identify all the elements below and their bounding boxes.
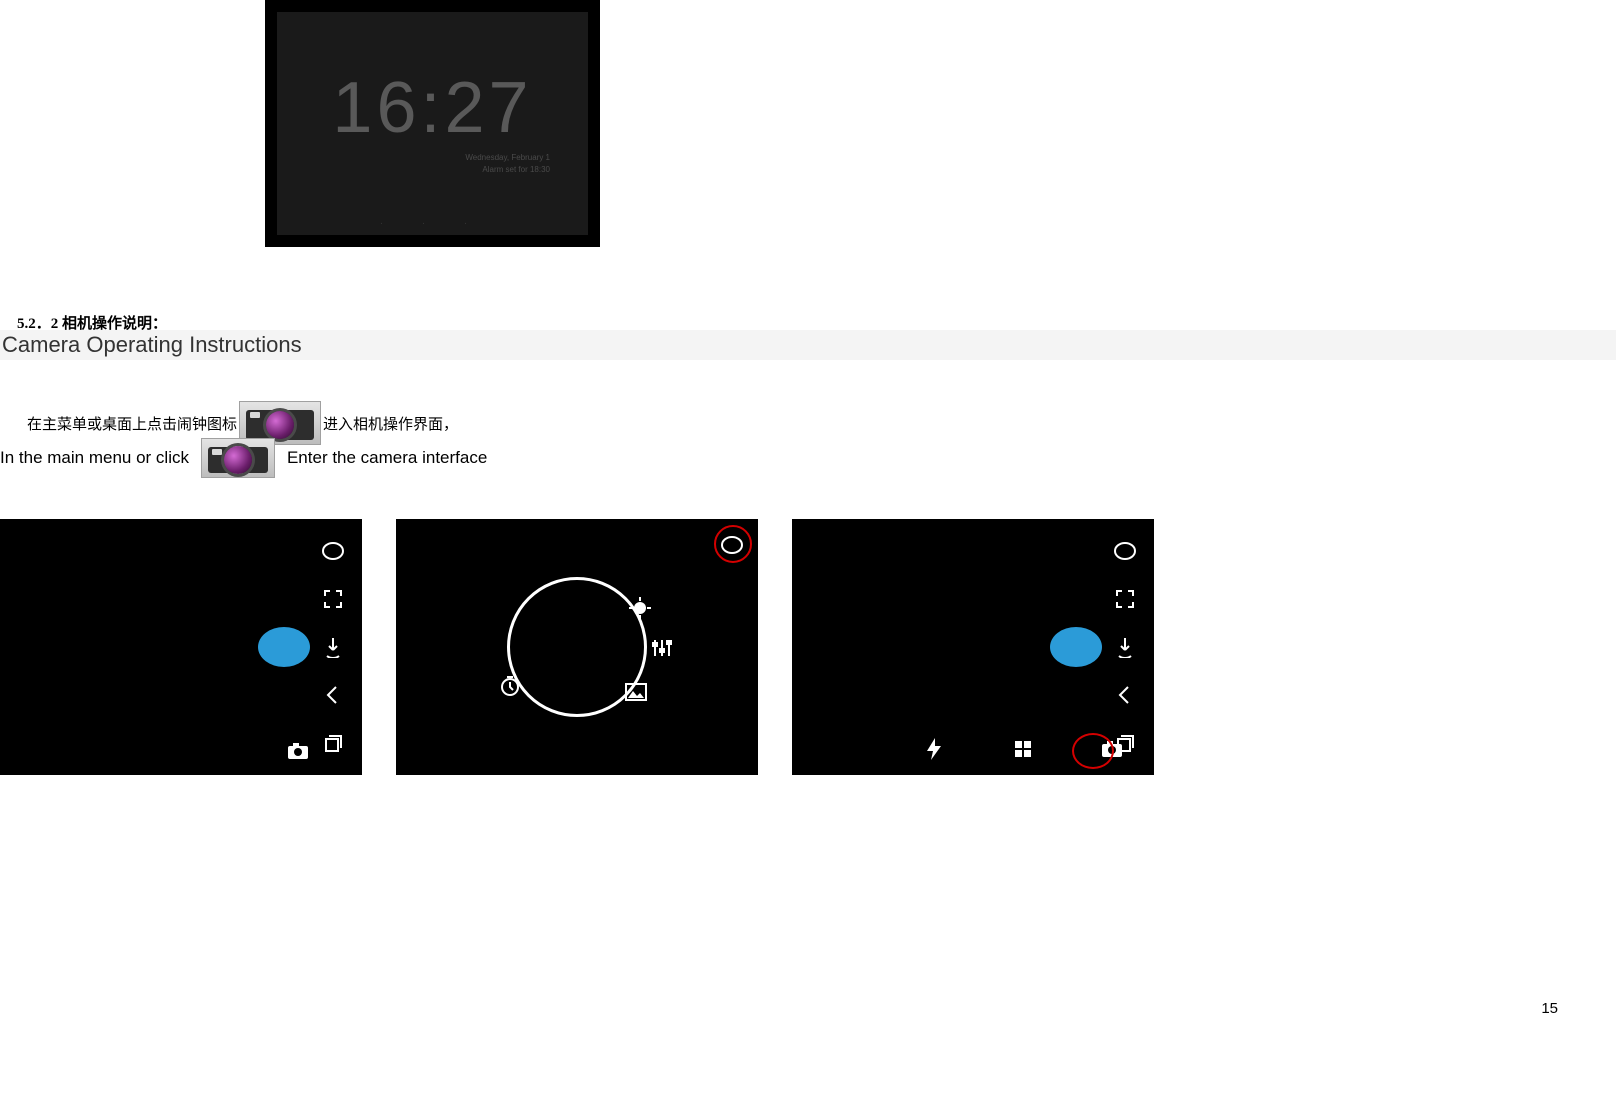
grid-icon[interactable]: [1011, 737, 1035, 761]
instruction-en-before: In the main menu or click: [0, 448, 189, 468]
switch-camera-icon[interactable]: [1113, 635, 1137, 659]
annotation-circle: [714, 525, 752, 563]
switch-camera-icon[interactable]: [321, 635, 345, 659]
timer-icon[interactable]: [497, 673, 523, 699]
camera-radial-menu[interactable]: [507, 577, 647, 717]
section-title-en: Camera Operating Instructions: [0, 330, 1616, 360]
camera-side-toolbar: [1110, 539, 1140, 755]
instruction-line-en: In the main menu or click Enter the came…: [0, 438, 487, 478]
clock-screenshot: 16:27 Wednesday, February 1 Alarm set fo…: [265, 0, 600, 247]
shutter-button[interactable]: [1050, 627, 1102, 667]
flash-icon[interactable]: [922, 737, 946, 761]
camera-side-toolbar: [318, 539, 348, 755]
clock-alarm: Alarm set for 18:30: [465, 164, 550, 176]
camera-screenshot-2: [396, 519, 758, 775]
instruction-en-after: Enter the camera interface: [287, 448, 487, 468]
instruction-cn-before: 在主菜单或桌面上点击闹钟图标: [27, 413, 237, 434]
scene-icon[interactable]: [623, 679, 649, 705]
stack-icon[interactable]: [321, 731, 345, 755]
camera-screenshot-3: [792, 519, 1154, 775]
fullscreen-icon[interactable]: [1113, 587, 1137, 611]
fullscreen-icon[interactable]: [321, 587, 345, 611]
camera-app-icon: [201, 438, 275, 478]
clock-screenshot-inner: 16:27 Wednesday, February 1 Alarm set fo…: [277, 12, 588, 235]
camera-screenshots-row: [0, 519, 1154, 775]
back-icon[interactable]: [1113, 683, 1137, 707]
camera-mode-icon[interactable]: [286, 739, 310, 763]
back-icon[interactable]: [321, 683, 345, 707]
shutter-button[interactable]: [258, 627, 310, 667]
camera-screenshot-1: [0, 519, 362, 775]
clock-subtext: Wednesday, February 1 Alarm set for 18:3…: [465, 152, 550, 176]
page-number: 15: [1541, 1000, 1558, 1017]
instruction-cn-after: 进入相机操作界面，: [323, 413, 458, 434]
document-page: 16:27 Wednesday, February 1 Alarm set fo…: [0, 0, 1616, 1103]
thumbnail-icon[interactable]: [1113, 539, 1137, 563]
thumbnail-icon[interactable]: [321, 539, 345, 563]
settings-sliders-icon[interactable]: [649, 635, 675, 661]
exposure-icon[interactable]: [627, 595, 653, 621]
clock-day: Wednesday, February 1: [465, 152, 550, 164]
annotation-circle: [1072, 733, 1114, 769]
clock-time: 16:27: [277, 67, 588, 149]
clock-nav-dots: · · ·: [277, 218, 588, 229]
